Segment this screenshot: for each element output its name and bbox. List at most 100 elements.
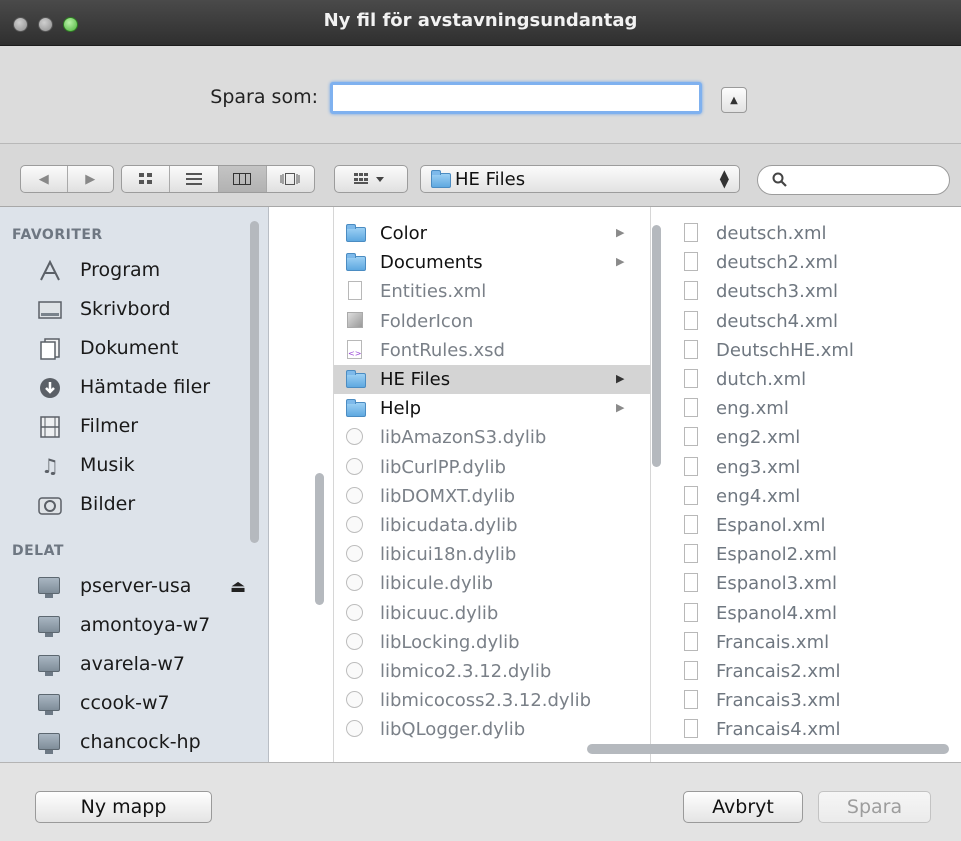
list-item[interactable]: eng3.xml bbox=[651, 453, 961, 482]
new-folder-button[interactable]: Ny mapp bbox=[35, 791, 212, 823]
list-item[interactable]: libmico2.3.12.dylib bbox=[334, 657, 650, 686]
list-item[interactable]: Espanol3.xml bbox=[651, 569, 961, 598]
search-field[interactable] bbox=[757, 165, 950, 195]
list-item[interactable]: <> FontRules.xsd bbox=[334, 336, 650, 365]
sidebar-item-musik[interactable]: ♫ Musik bbox=[16, 450, 256, 482]
document-icon bbox=[684, 310, 698, 330]
list-item[interactable]: Francais2.xml bbox=[651, 657, 961, 686]
coverflow-view-button[interactable] bbox=[267, 166, 314, 192]
list-item[interactable]: libmicocoss2.3.12.dylib bbox=[334, 686, 650, 715]
file-name: libicule.dylib bbox=[380, 573, 494, 595]
cancel-button[interactable]: Avbryt bbox=[683, 791, 803, 823]
column-scrollbar[interactable] bbox=[652, 225, 661, 467]
list-item[interactable]: eng4.xml bbox=[651, 482, 961, 511]
favorites-header: FAVORITER bbox=[12, 227, 103, 243]
sidebar-item-amontoya-w7[interactable]: amontoya-w7 bbox=[16, 610, 256, 642]
save-as-label: Spara som: bbox=[210, 86, 318, 108]
list-item[interactable]: libicudata.dylib bbox=[334, 511, 650, 540]
title-bar: Ny fil för avstavningsundantag bbox=[0, 0, 961, 46]
sidebar-item-program[interactable]: Program bbox=[16, 255, 256, 287]
file-name: Espanol4.xml bbox=[716, 602, 837, 624]
forward-button[interactable]: ▶ bbox=[68, 166, 114, 192]
library-icon bbox=[346, 428, 363, 446]
list-item[interactable]: FolderIcon bbox=[334, 307, 650, 336]
document-icon bbox=[684, 281, 698, 301]
library-icon bbox=[346, 720, 363, 738]
list-item[interactable]: Entities.xml bbox=[334, 277, 650, 306]
list-view-button[interactable] bbox=[170, 166, 219, 192]
downloads-icon bbox=[38, 377, 62, 399]
library-icon bbox=[346, 603, 363, 621]
list-item[interactable]: eng.xml bbox=[651, 394, 961, 423]
list-item[interactable]: libQLogger.dylib bbox=[334, 715, 650, 744]
column-scrollbar[interactable] bbox=[315, 473, 324, 605]
file-name: Color bbox=[380, 223, 427, 244]
toolbar: ◀ ▶ HE Files ▲ ▼ bbox=[0, 144, 961, 207]
sidebar-item-pserver-usa[interactable]: pserver-usa ⏏ bbox=[16, 571, 256, 603]
list-item[interactable]: Espanol.xml bbox=[651, 511, 961, 540]
list-item[interactable]: Espanol4.xml bbox=[651, 599, 961, 628]
save-dialog: Ny fil för avstavningsundantag Spara som… bbox=[0, 0, 961, 841]
sidebar-item-bilder[interactable]: Bilder bbox=[16, 489, 256, 521]
sidebar-item-dokument[interactable]: Dokument bbox=[16, 333, 256, 365]
folder-icon bbox=[346, 253, 366, 272]
sidebar-item-hamtade-filer[interactable]: Hämtade filer bbox=[16, 372, 256, 404]
list-item[interactable]: libicui18n.dylib bbox=[334, 540, 650, 569]
pictures-icon bbox=[38, 494, 62, 516]
sidebar-item-chancock-hp[interactable]: chancock-hp bbox=[16, 727, 256, 759]
sidebar-scrollbar[interactable] bbox=[250, 221, 259, 543]
document-icon bbox=[684, 223, 698, 242]
save-button[interactable]: Spara bbox=[818, 791, 931, 823]
list-item[interactable]: Color ▶ bbox=[334, 219, 650, 248]
sidebar-item-ccook-w7[interactable]: ccook-w7 bbox=[16, 688, 256, 720]
chevron-right-icon: ▶ bbox=[616, 226, 625, 239]
collapse-dialog-button[interactable]: ▲ bbox=[721, 87, 747, 113]
list-item[interactable]: Francais3.xml bbox=[651, 686, 961, 715]
sidebar-item-skrivbord[interactable]: Skrivbord bbox=[16, 294, 256, 326]
horizontal-scrollbar[interactable] bbox=[587, 744, 949, 754]
desktop-icon bbox=[38, 299, 62, 321]
list-item[interactable]: libicule.dylib bbox=[334, 569, 650, 598]
column-view-button[interactable] bbox=[218, 166, 267, 192]
list-item[interactable]: deutsch.xml bbox=[651, 219, 961, 248]
list-item[interactable]: dutch.xml bbox=[651, 365, 961, 394]
list-item[interactable]: deutsch3.xml bbox=[651, 277, 961, 306]
list-item[interactable]: DeutschHE.xml bbox=[651, 336, 961, 365]
eject-icon[interactable]: ⏏ bbox=[230, 577, 246, 597]
list-item[interactable]: libLocking.dylib bbox=[334, 628, 650, 657]
list-item[interactable]: libicuuc.dylib bbox=[334, 599, 650, 628]
list-item[interactable]: Help ▶ bbox=[334, 394, 650, 423]
network-computer-icon bbox=[38, 577, 60, 598]
list-item[interactable]: Espanol2.xml bbox=[651, 540, 961, 569]
list-item[interactable]: Documents ▶ bbox=[334, 248, 650, 277]
file-name: DeutschHE.xml bbox=[716, 339, 854, 361]
list-item[interactable]: libCurlPP.dylib bbox=[334, 453, 650, 482]
network-computer-icon bbox=[38, 616, 60, 637]
list-item[interactable]: libDOMXT.dylib bbox=[334, 482, 650, 511]
file-name: deutsch4.xml bbox=[716, 310, 839, 332]
file-name: Entities.xml bbox=[380, 281, 487, 303]
document-icon bbox=[348, 281, 362, 301]
sidebar-item-label: Musik bbox=[80, 454, 135, 476]
save-as-input[interactable] bbox=[330, 82, 702, 114]
library-icon bbox=[346, 691, 363, 709]
icon-view-icon bbox=[138, 173, 152, 184]
list-item[interactable]: eng2.xml bbox=[651, 423, 961, 452]
list-item[interactable]: deutsch4.xml bbox=[651, 307, 961, 336]
file-name: FontRules.xsd bbox=[380, 339, 505, 361]
file-name: dutch.xml bbox=[716, 369, 807, 390]
list-item[interactable]: Francais4.xml bbox=[651, 715, 961, 744]
icon-view-button[interactable] bbox=[122, 166, 171, 192]
back-button[interactable]: ◀ bbox=[21, 166, 68, 192]
sidebar-item-avarela-w7[interactable]: avarela-w7 bbox=[16, 649, 256, 681]
documents-icon bbox=[38, 338, 62, 360]
path-popup-button[interactable]: HE Files ▲ ▼ bbox=[420, 165, 740, 193]
list-item[interactable]: libAmazonS3.dylib bbox=[334, 423, 650, 452]
list-item[interactable]: Francais.xml bbox=[651, 628, 961, 657]
sidebar-item-filmer[interactable]: Filmer bbox=[16, 411, 256, 443]
list-item[interactable]: HE Files ▶ bbox=[334, 365, 650, 394]
arrange-menu-button[interactable] bbox=[334, 165, 408, 193]
document-icon bbox=[684, 602, 698, 622]
triangle-up-icon: ▲ bbox=[730, 94, 738, 106]
list-item[interactable]: deutsch2.xml bbox=[651, 248, 961, 277]
